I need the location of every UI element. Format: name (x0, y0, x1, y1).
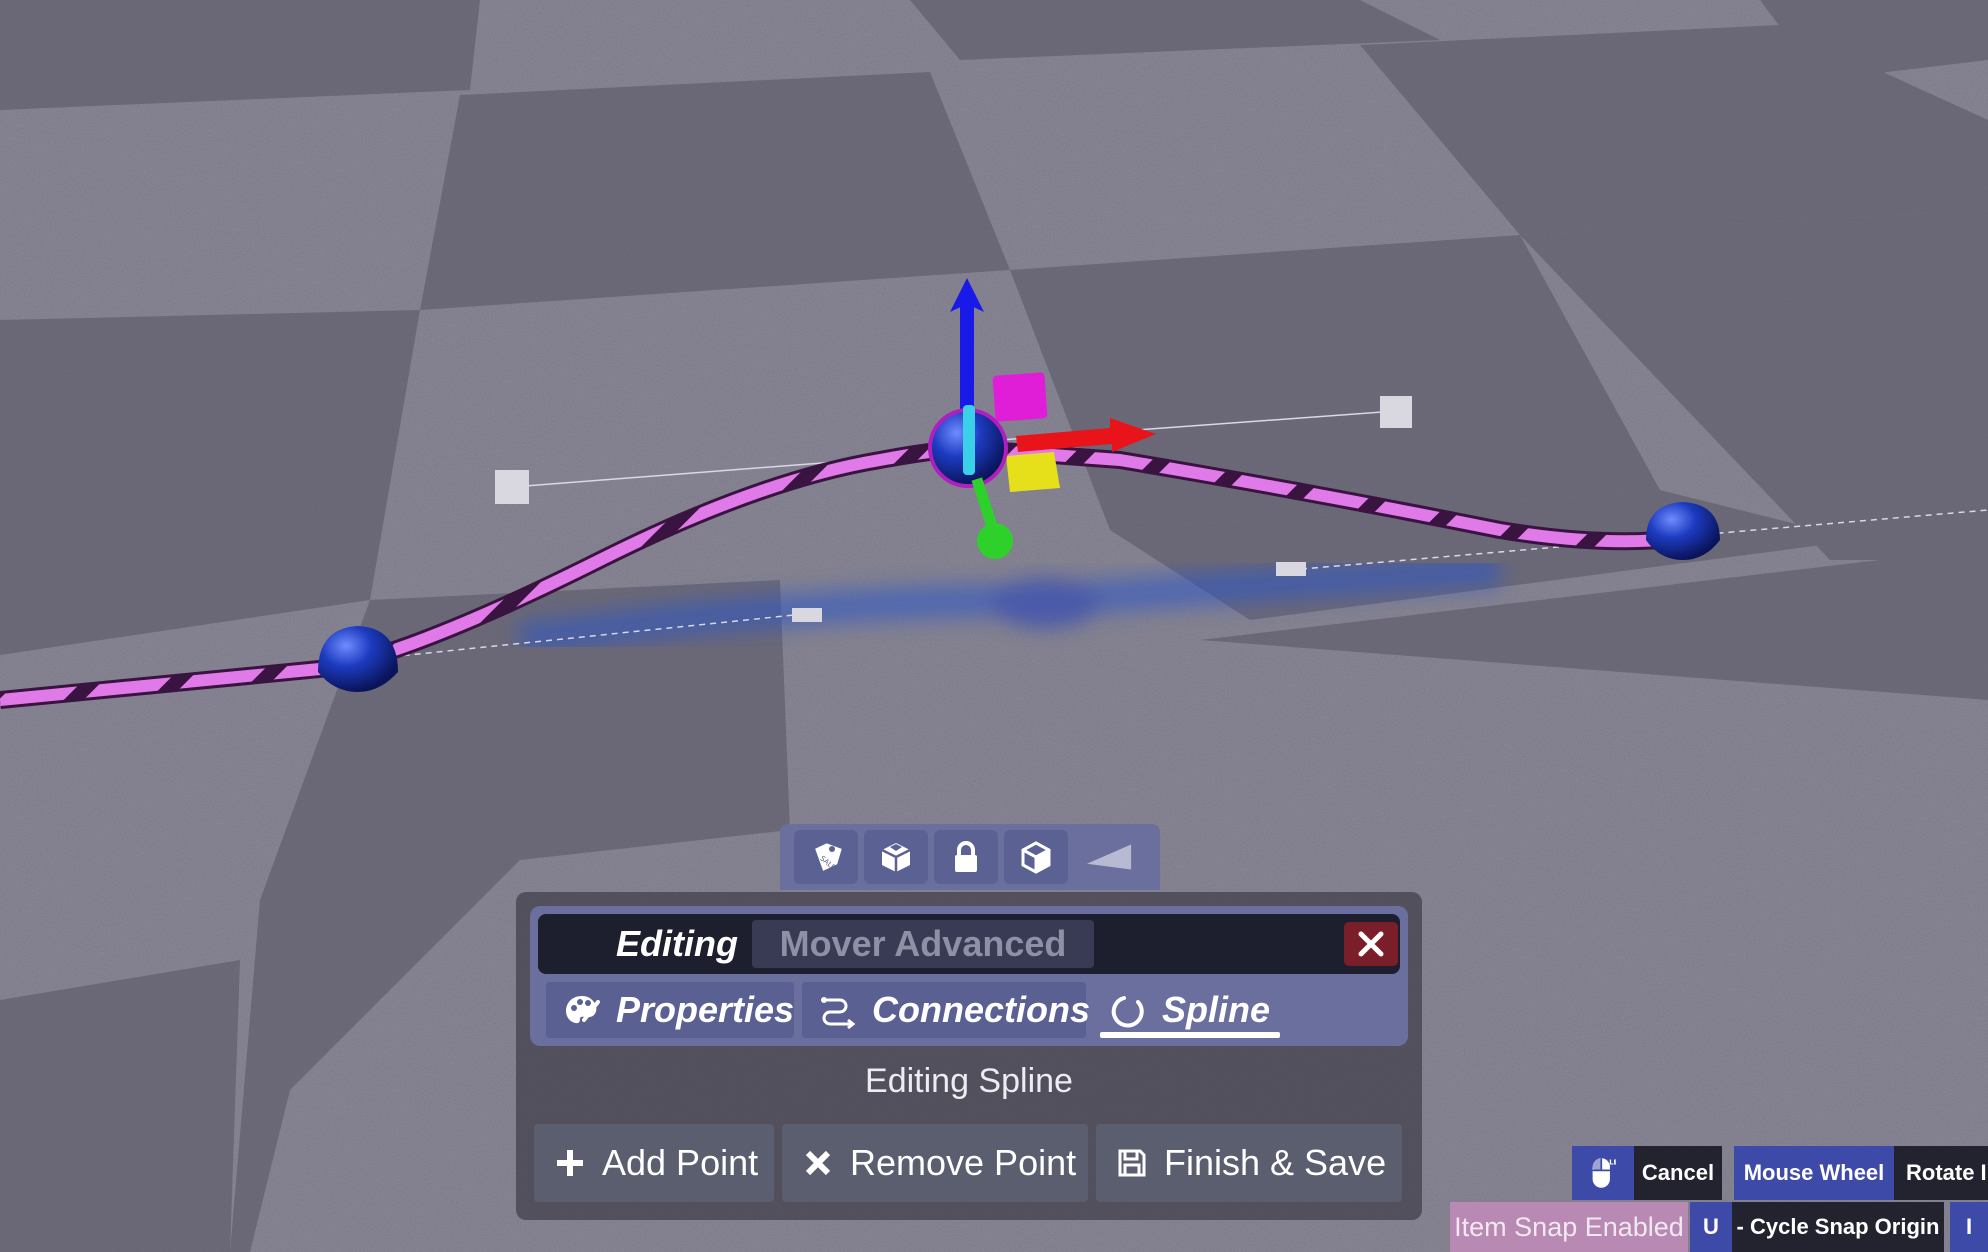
finish-save-button[interactable]: Finish & Save (1096, 1124, 1402, 1202)
snap-key-u: U (1690, 1202, 1732, 1252)
svg-text:LE: LE (1609, 1158, 1616, 1166)
active-tab-underline (1100, 1032, 1280, 1038)
item-snap-status: Item Snap Enabled (1450, 1202, 1688, 1252)
panel-header: Editing Mover Advanced Properties Connec… (530, 906, 1408, 1046)
mouse-icon: LE (1572, 1146, 1634, 1200)
plus-icon (557, 1150, 583, 1176)
rotate-hint: Rotate I (1894, 1146, 1988, 1200)
sale-tag-icon[interactable]: SALE (794, 830, 858, 884)
tab-connections[interactable]: Connections (802, 982, 1090, 1038)
save-icon (1118, 1149, 1146, 1177)
editing-panel: Editing Mover Advanced Properties Connec… (516, 892, 1422, 1220)
tab-spline[interactable]: Spline (1092, 982, 1280, 1038)
package-icon[interactable] (864, 830, 928, 884)
tab-connections-label: Connections (872, 989, 1091, 1030)
collapse-arrow-icon[interactable] (1074, 830, 1144, 884)
tab-bar: Properties Connections Spline (546, 978, 1406, 1038)
remove-point-label: Remove Point (850, 1142, 1077, 1183)
cube-icon[interactable] (1004, 830, 1068, 884)
finish-save-label: Finish & Save (1164, 1142, 1387, 1183)
close-icon (1358, 931, 1384, 957)
title-bar: Editing Mover Advanced (538, 914, 1400, 974)
spline-loop-icon (1111, 996, 1144, 1028)
action-buttons: Add Point Remove Point Finish & Save (534, 1124, 1404, 1202)
cancel-hint: Cancel (1634, 1146, 1722, 1200)
item-toolbar: SALE (780, 824, 1160, 890)
tab-spline-label: Spline (1162, 989, 1271, 1030)
editing-status: Editing Spline (865, 1062, 1073, 1100)
mouse-wheel-key: Mouse Wheel (1734, 1146, 1894, 1200)
add-point-button[interactable]: Add Point (534, 1124, 774, 1202)
palette-icon (566, 996, 600, 1024)
editing-label: Editing (616, 923, 738, 964)
tab-properties[interactable]: Properties (546, 982, 794, 1038)
add-point-label: Add Point (602, 1142, 759, 1183)
connections-icon (821, 997, 856, 1030)
item-name: Mover Advanced (752, 920, 1094, 968)
cycle-snap-origin-hint: - Cycle Snap Origin (1732, 1202, 1944, 1252)
remove-point-button[interactable]: Remove Point (782, 1124, 1088, 1202)
tab-properties-label: Properties (616, 989, 795, 1030)
lock-icon[interactable] (934, 830, 998, 884)
close-button[interactable] (1344, 922, 1398, 966)
snap-key-i: I (1950, 1202, 1988, 1252)
x-icon (805, 1150, 831, 1176)
